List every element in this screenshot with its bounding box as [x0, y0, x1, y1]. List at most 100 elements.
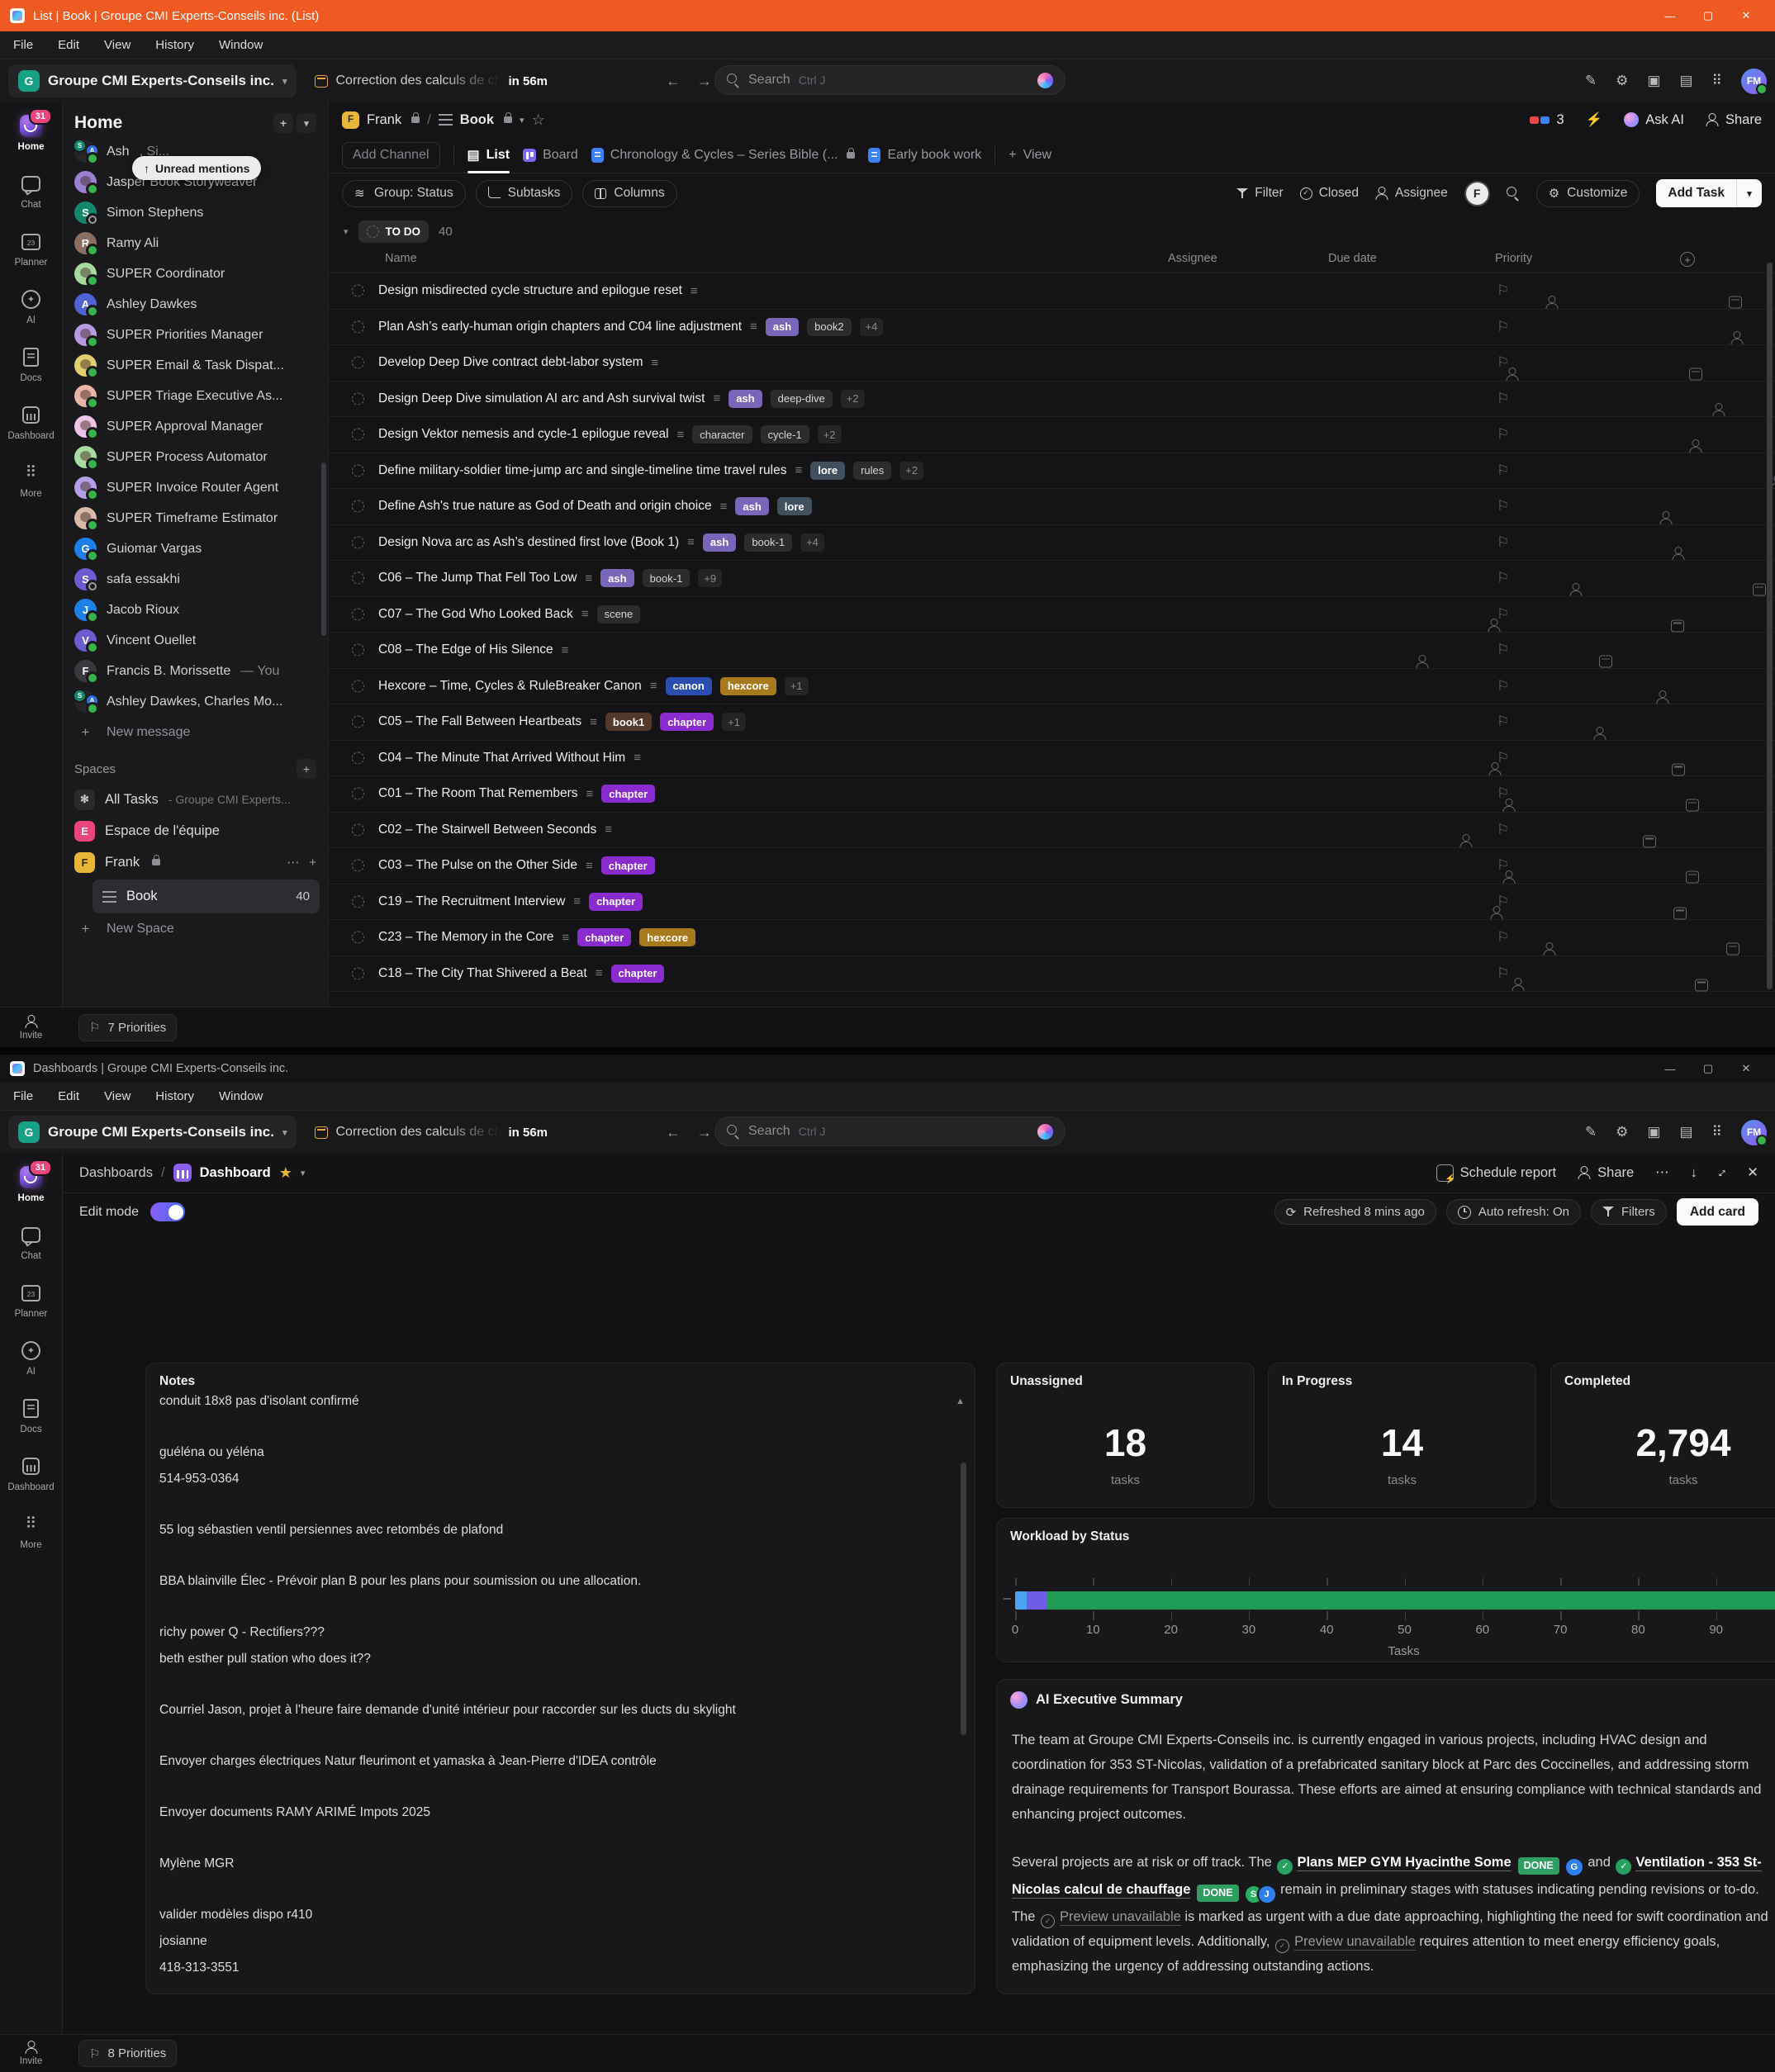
forward-icon[interactable]	[697, 73, 712, 90]
priority-flag-icon[interactable]	[1497, 678, 1509, 695]
assignee-button[interactable]: Assignee	[1375, 186, 1448, 201]
list-item[interactable]: VVincent Ouellet	[63, 625, 328, 656]
back-icon[interactable]	[666, 73, 681, 90]
task-row[interactable]: C01 – The Room That Rememberschapter	[329, 776, 1775, 813]
close-icon[interactable]	[1727, 9, 1765, 22]
forward-icon[interactable]	[697, 1124, 712, 1141]
more-icon[interactable]	[1655, 1164, 1669, 1181]
status-icon[interactable]	[352, 644, 364, 657]
task-row[interactable]: Design Nova arc as Ash’s destined first …	[329, 525, 1775, 562]
more-tags-chip[interactable]: +2	[899, 462, 923, 480]
sidebar-item-book[interactable]: Book 40	[93, 880, 320, 913]
tag-cycle-1[interactable]: cycle-1	[761, 425, 809, 443]
tag-ash[interactable]: ash	[729, 390, 762, 408]
list-item[interactable]: Ssafa essakhi	[63, 564, 328, 595]
more-tags-chip[interactable]: +4	[800, 533, 824, 552]
workload-chart-card[interactable]: Workload by Status Tasks 010203040506070…	[996, 1518, 1775, 1662]
profile-avatar[interactable]: FM	[1741, 1120, 1767, 1145]
assignee-icon[interactable]	[1543, 942, 1556, 955]
priority-flag-icon[interactable]	[1497, 391, 1509, 407]
task-name[interactable]: C04 – The Minute That Arrived Without Hi…	[378, 751, 625, 766]
tag-ash[interactable]: ash	[766, 318, 799, 336]
sidebar-item-espace[interactable]: E Espace de l'équipe	[63, 815, 328, 846]
task-row[interactable]: Develop Deep Dive contract debt-labor sy…	[329, 345, 1775, 382]
task-row[interactable]: Design Deep Dive simulation AI arc and A…	[329, 382, 1775, 418]
status-icon[interactable]	[352, 788, 364, 800]
priority-flag-icon[interactable]	[1497, 282, 1509, 299]
priorities-pill[interactable]: 7 Priorities	[78, 1014, 177, 1041]
rail-item-ai[interactable]: AI	[20, 1339, 42, 1377]
due-date-icon[interactable]	[1753, 584, 1766, 596]
stat-card-completed[interactable]: Completed 2,794 tasks	[1550, 1363, 1775, 1508]
list-item[interactable]: GGuiomar Vargas	[63, 533, 328, 564]
task-link[interactable]: Plans MEP GYM Hyacinthe Some	[1297, 1855, 1511, 1871]
workspace-switcher[interactable]: G Groupe CMI Experts-Conseils inc.	[8, 64, 297, 97]
chevron-down-icon[interactable]	[520, 115, 524, 126]
list-item[interactable]: FFrancis B. Morissette — You	[63, 656, 328, 686]
assignee-icon[interactable]	[1569, 583, 1583, 596]
task-name[interactable]: C18 – The City That Shivered a Beat	[378, 966, 587, 981]
add-icon[interactable]	[309, 855, 316, 870]
assignee-avatar[interactable]: F	[1464, 181, 1490, 206]
sidebar-scrollbar[interactable]	[321, 462, 326, 636]
ask-ai-button[interactable]: Ask AI	[1624, 112, 1684, 128]
task-name[interactable]: Develop Deep Dive contract debt-labor sy…	[378, 355, 643, 370]
task-row[interactable]: Plan Ash’s early-human origin chapters a…	[329, 310, 1775, 346]
status-icon[interactable]	[352, 680, 364, 692]
tag-ash[interactable]: ash	[735, 497, 768, 515]
tag-book-1[interactable]: book-1	[744, 533, 792, 552]
due-date-icon[interactable]	[1686, 799, 1699, 812]
priority-flag-icon[interactable]	[1497, 498, 1509, 514]
settings-icon[interactable]	[1616, 73, 1628, 89]
assignee-icon[interactable]	[1593, 727, 1607, 740]
column-priority[interactable]: Priority	[1495, 252, 1532, 265]
share-button[interactable]: Share	[1578, 1165, 1634, 1181]
stat-card-in-progress[interactable]: In Progress 14 tasks	[1268, 1363, 1536, 1508]
add-task-button[interactable]: Add Task	[1656, 179, 1762, 207]
automation-icon[interactable]	[1586, 112, 1603, 128]
rail-item-planner[interactable]: Planner	[15, 1282, 48, 1319]
compose-icon[interactable]	[1585, 1124, 1597, 1140]
due-date-icon[interactable]	[1672, 763, 1685, 775]
close-dashboard-icon[interactable]	[1747, 1164, 1758, 1181]
ai-summary-card[interactable]: AI Executive Summary The team at Groupe …	[996, 1679, 1775, 1994]
expand-icon[interactable]	[1719, 1165, 1725, 1181]
priority-flag-icon[interactable]	[1497, 714, 1509, 730]
rail-item-dashboard[interactable]: Dashboard	[7, 404, 54, 441]
filter-button[interactable]: Filter	[1236, 186, 1283, 201]
closed-button[interactable]: Closed	[1300, 186, 1359, 201]
due-date-icon[interactable]	[1695, 979, 1708, 991]
list-item[interactable]: SSimon Stephens	[63, 197, 328, 228]
task-name[interactable]: C08 – The Edge of His Silence	[378, 642, 553, 657]
rail-item-chat[interactable]: Chat	[20, 173, 42, 210]
due-date-icon[interactable]	[1689, 368, 1702, 381]
column-name[interactable]: Name	[385, 252, 417, 265]
assignee-chip[interactable]: G	[1564, 1857, 1584, 1877]
notes-content[interactable]: conduit 18x8 pas d'isolant confirméguélé…	[159, 1392, 942, 1989]
subtasks-button[interactable]: Subtasks	[476, 180, 573, 207]
tab-chronology-doc[interactable]: Chronology & Cycles – Series Bible (...	[591, 138, 856, 173]
chevron-down-icon[interactable]	[297, 113, 316, 133]
assignee-icon[interactable]	[1689, 439, 1702, 453]
rail-item-docs[interactable]: Docs	[20, 346, 42, 383]
tag-ash[interactable]: ash	[703, 533, 736, 552]
columns-button[interactable]: Columns	[582, 180, 676, 207]
menu-item-history[interactable]: History	[155, 38, 194, 52]
status-group-header[interactable]: TO DO 40	[329, 215, 1775, 248]
tag-chapter[interactable]: chapter	[611, 965, 665, 983]
status-icon[interactable]	[352, 823, 364, 836]
task-name[interactable]: Design Nova arc as Ash’s destined first …	[378, 535, 679, 550]
more-tags-chip[interactable]: +2	[841, 390, 865, 408]
assignee-chip[interactable]: J	[1257, 1885, 1277, 1904]
priority-flag-icon[interactable]	[1497, 642, 1509, 658]
menu-item-file[interactable]: File	[13, 1089, 33, 1103]
assignee-icon[interactable]	[1512, 978, 1525, 991]
assignee-icon[interactable]	[1416, 655, 1429, 668]
priority-flag-icon[interactable]	[1497, 929, 1509, 946]
menu-item-window[interactable]: Window	[219, 38, 263, 52]
priority-flag-icon[interactable]	[1497, 462, 1509, 479]
column-assignee[interactable]: Assignee	[1168, 252, 1217, 265]
stat-card-unassigned[interactable]: Unassigned 18 tasks	[996, 1363, 1255, 1508]
assignee-icon[interactable]	[1659, 511, 1673, 524]
breadcrumb-space[interactable]: Frank	[367, 112, 401, 128]
